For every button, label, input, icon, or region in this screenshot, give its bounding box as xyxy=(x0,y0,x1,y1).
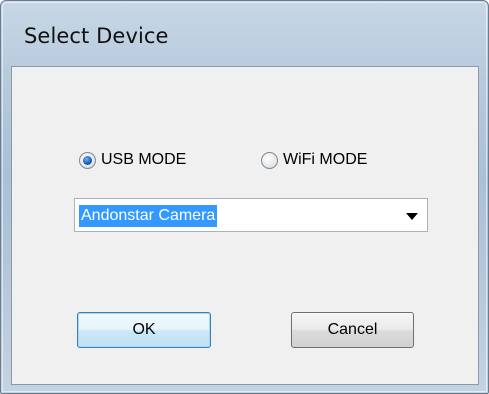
wifi-mode-label: WiFi MODE xyxy=(283,151,368,168)
cancel-button[interactable]: Cancel xyxy=(291,312,414,348)
dialog-content: USB MODE WiFi MODE Andonstar Camera OK C… xyxy=(11,66,479,385)
usb-mode-radio[interactable]: USB MODE xyxy=(79,151,186,169)
radio-unchecked-icon xyxy=(261,151,278,169)
chevron-down-icon[interactable] xyxy=(406,213,418,220)
select-device-dialog: Select Device USB MODE WiFi MODE Andonst… xyxy=(0,0,489,394)
title-bar[interactable]: Select Device xyxy=(1,1,488,65)
wifi-mode-radio[interactable]: WiFi MODE xyxy=(261,151,367,169)
radio-checked-icon xyxy=(79,151,96,169)
device-dropdown[interactable]: Andonstar Camera xyxy=(74,198,428,232)
window-title: Select Device xyxy=(24,24,169,48)
ok-button[interactable]: OK xyxy=(77,312,211,348)
usb-mode-label: USB MODE xyxy=(101,151,187,168)
device-dropdown-value: Andonstar Camera xyxy=(79,205,218,227)
